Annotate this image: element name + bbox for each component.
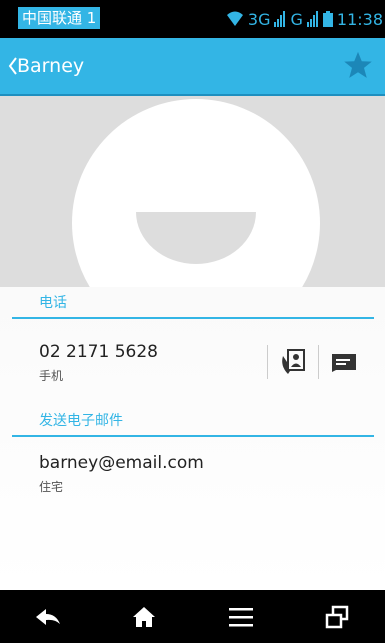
signal-icon-2 — [306, 11, 318, 27]
clock: 11:38 — [336, 9, 383, 29]
phone-entry[interactable]: 02 2171 5628 手机 — [39, 342, 158, 384]
home-icon — [133, 606, 156, 627]
email-address[interactable]: barney@email.com — [39, 453, 204, 473]
default-avatar-icon — [72, 99, 320, 287]
phone-number[interactable]: 02 2171 5628 — [39, 342, 158, 362]
sms-button[interactable] — [319, 345, 369, 379]
message-icon — [332, 354, 356, 372]
network-label-3g: 3G — [247, 9, 271, 29]
contact-name-title[interactable]: Barney — [17, 54, 84, 78]
email-section-title: 发送电子邮件 — [39, 413, 123, 429]
nav-back-button[interactable] — [18, 590, 78, 643]
nav-recent-button[interactable] — [307, 590, 367, 643]
back-icon — [36, 608, 61, 625]
email-type: 住宅 — [39, 480, 64, 494]
status-icons: 3G G 11:38 — [226, 0, 383, 38]
navigation-bar — [0, 590, 385, 643]
phone-type: 手机 — [39, 369, 64, 383]
phone-actions — [267, 345, 369, 379]
battery-icon — [322, 11, 333, 27]
carrier-label: 中国联通 1 — [18, 7, 101, 29]
call-button[interactable] — [268, 345, 318, 379]
email-entry[interactable]: barney@email.com 住宅 — [39, 453, 204, 495]
star-icon[interactable] — [343, 50, 373, 80]
menu-icon — [228, 607, 253, 626]
nav-home-button[interactable] — [114, 590, 174, 643]
nav-menu-button[interactable] — [211, 590, 271, 643]
contact-details: 电话 02 2171 5628 手机 发送电子邮件 barney@email.c… — [0, 287, 385, 590]
network-label-g: G — [290, 9, 303, 29]
contact-photo — [0, 96, 385, 287]
signal-icon — [274, 11, 286, 27]
status-bar: 中国联通 1 3G G 11:38 — [0, 0, 385, 38]
wifi-icon — [226, 11, 243, 26]
action-bar: Barney — [0, 38, 385, 96]
email-section-header: 发送电子邮件 — [12, 405, 374, 437]
phone-section-title: 电话 — [39, 295, 67, 311]
contact-call-icon — [282, 349, 305, 374]
phone-section-header: 电话 — [12, 287, 374, 319]
recent-apps-icon — [325, 605, 349, 628]
